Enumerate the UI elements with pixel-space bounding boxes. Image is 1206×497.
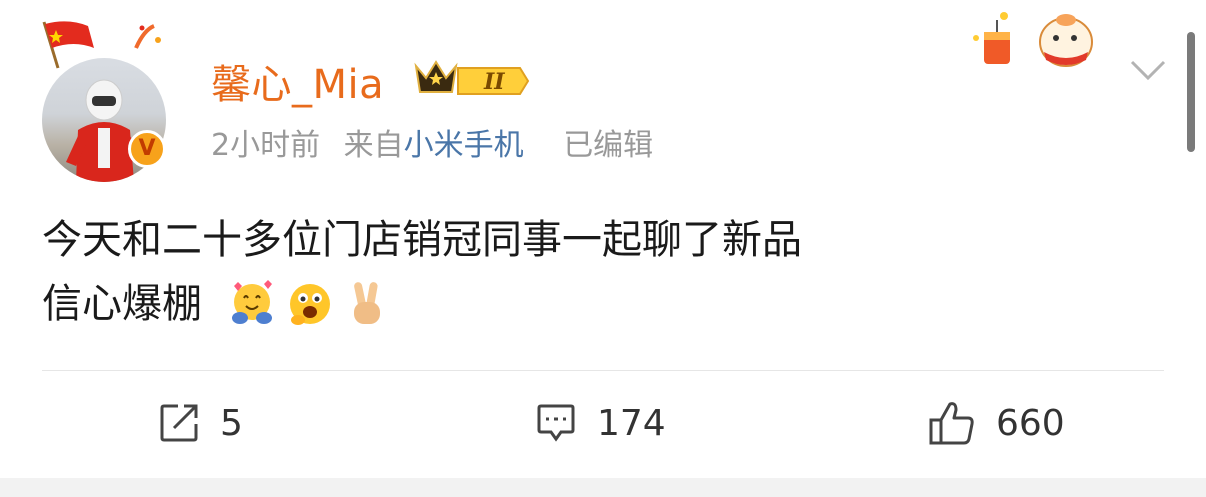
avatar-area[interactable]: V: [38, 18, 178, 182]
repost-button[interactable]: 5: [158, 398, 243, 448]
source-device-link[interactable]: 小米手机: [404, 128, 524, 163]
source-prefix: 来自: [343, 128, 404, 163]
post-text-line-2: 信心爆棚: [42, 272, 1142, 336]
feed-separator: [0, 478, 1206, 497]
crown-badge-icon[interactable]: II: [412, 54, 532, 100]
chevron-down-icon[interactable]: [1128, 56, 1168, 84]
hug-emoji-icon: [232, 280, 272, 324]
post-time: 2小时前: [211, 128, 321, 163]
comment-button[interactable]: 174: [535, 398, 666, 448]
share-icon: [160, 404, 198, 442]
comment-count: 174: [597, 402, 666, 444]
scrollbar[interactable]: [1187, 32, 1195, 152]
post-text-line-2-text: 信心爆棚: [42, 281, 202, 327]
like-button[interactable]: 660: [928, 398, 1065, 448]
post-content: 今天和二十多位门店销冠同事一起聊了新品 信心爆棚: [42, 208, 1142, 336]
post-text-line-1: 今天和二十多位门店销冠同事一起聊了新品: [42, 217, 802, 263]
repost-count: 5: [220, 402, 243, 444]
post-meta: 2小时前 来自小米手机 已编辑: [211, 120, 667, 164]
comment-icon: [537, 404, 575, 442]
weibo-post-card: V 馨心_Mia II 2小时前 来自小米手机 已编辑 今天和二十多位门店销冠同…: [0, 0, 1206, 478]
like-count: 660: [996, 402, 1065, 444]
festive-decoration-icon: [973, 12, 1093, 67]
username[interactable]: 馨心_Mia: [211, 52, 384, 110]
level-badge-text: II: [483, 69, 505, 95]
divider: [42, 370, 1164, 371]
edited-label[interactable]: 已编辑: [563, 128, 653, 163]
victory-hand-icon: [354, 282, 380, 324]
excited-emoji-icon: [290, 284, 330, 325]
verified-badge: V: [128, 130, 166, 168]
thumbs-up-icon: [929, 402, 974, 445]
confetti-icon: [134, 24, 161, 49]
